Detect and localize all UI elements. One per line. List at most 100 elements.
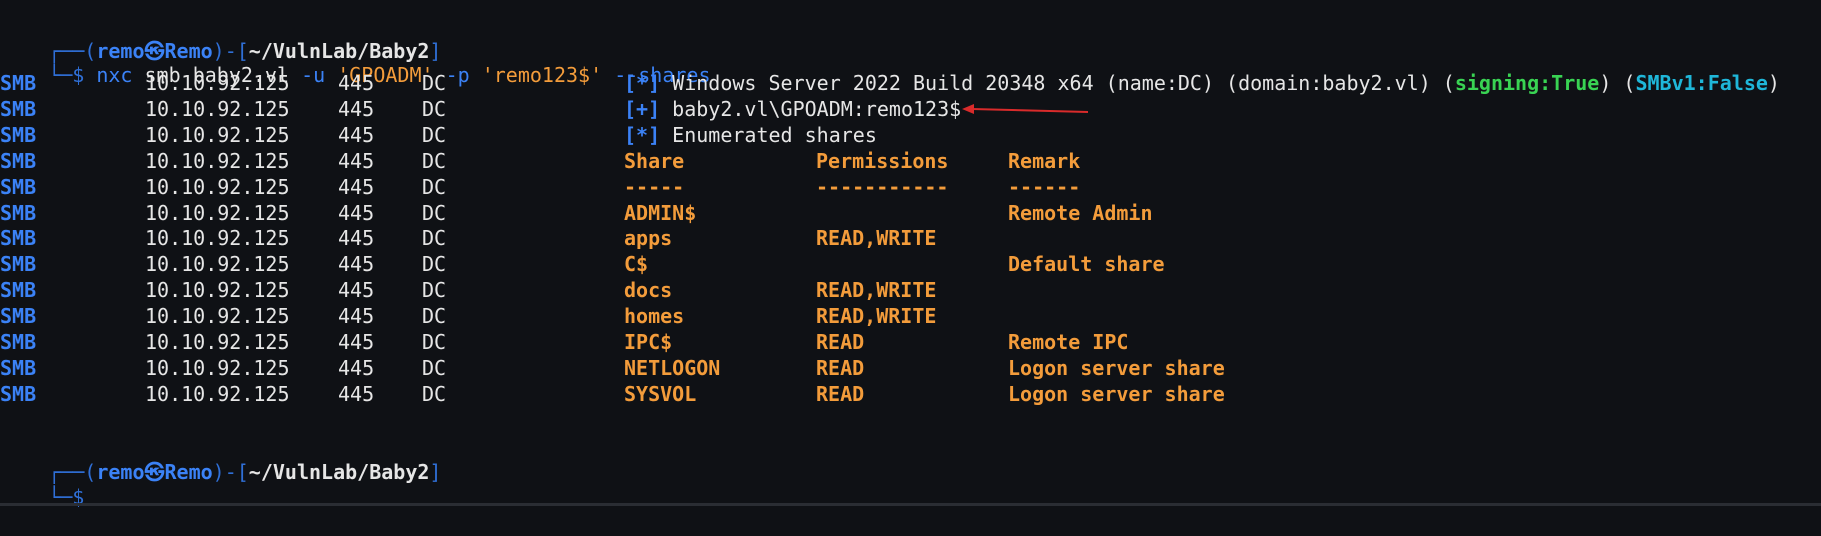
smb-port: 445 (338, 330, 375, 354)
message-text: Enumerated shares (672, 122, 877, 147)
smb-port: 445 (338, 71, 375, 95)
smb-ip: 10.10.92.125 (145, 252, 290, 277)
share-row: SMB 10.10.92.125 445 DC C$ Default share (0, 251, 1821, 277)
share-row: SMB 10.10.92.125 445 DC IPC$ READ Remote IPC (0, 329, 1821, 355)
share-remark: Remote Admin (1008, 200, 1153, 225)
red-arrow-annotation (962, 104, 1089, 114)
smb-proto: SMB (0, 96, 37, 121)
share-row: SMB 10.10.92.125 445 DC apps READ,WRITE (0, 225, 1821, 251)
message-text: baby2.vl\GPOADM:remo123$ (672, 96, 962, 121)
smb-proto: SMB (0, 174, 37, 199)
smb-proto: SMB (0, 226, 37, 251)
message-text: Windows Server 2022 Build 20348 x64 (nam… (672, 71, 1455, 95)
share-remark: Default share (1008, 252, 1165, 277)
share-name: NETLOGON (624, 355, 721, 380)
smb-proto: SMB (0, 122, 37, 147)
share-name: Share (624, 148, 685, 173)
status-marker: [+] (624, 96, 661, 121)
share-remark: ------ (1008, 174, 1081, 199)
smb-status-row: SMB 10.10.92.125 445 DC [*] Windows Server 2… (0, 70, 1821, 96)
smb-status-row: SMB 10.10.92.125 445 DC [+] baby2.vl\GPOADM:… (0, 96, 1821, 122)
smb-ip: 10.10.92.125 (145, 122, 290, 147)
share-row: SMB 10.10.92.125 445 DC SYSVOL READ Logon serv… (0, 381, 1821, 407)
share-name: homes (624, 304, 685, 329)
smb-port: 445 (338, 304, 375, 329)
share-name: ----- (624, 174, 685, 199)
smb-host: DC (422, 252, 447, 277)
smb-port: 445 (338, 252, 375, 277)
share-permissions: READ,WRITE (816, 278, 937, 303)
share-name: docs (624, 278, 673, 303)
smb-ip: 10.10.92.125 (145, 381, 290, 406)
share-name: C$ (624, 252, 649, 277)
share-remark: Remark (1008, 148, 1081, 173)
share-name: ADMIN$ (624, 200, 697, 225)
smb-message: [*] Windows Server 2022 Build 20348 x64 … (624, 70, 1780, 96)
share-name: SYSVOL (624, 381, 697, 406)
smb-host: DC (422, 148, 447, 173)
smb-proto: SMB (0, 148, 37, 173)
share-row: SMB 10.10.92.125 445 DC homes READ,WRITE (0, 303, 1821, 329)
share-row: SMB 10.10.92.125 445 DC NETLOGON READ Logon se… (0, 355, 1821, 381)
share-remark: Logon server share (1008, 355, 1225, 380)
smb-message: [+] baby2.vl\GPOADM:remo123$ (624, 96, 961, 122)
share-remark: Remote IPC (1008, 330, 1129, 354)
message-end: ) (1767, 71, 1780, 95)
smb-port: 445 (338, 148, 375, 173)
smb-host: DC (422, 330, 447, 354)
smb-host: DC (422, 381, 447, 406)
smb-port: 445 (338, 96, 375, 121)
smb-proto: SMB (0, 330, 37, 354)
smb-port: 445 (338, 278, 375, 303)
smb-ip: 10.10.92.125 (145, 148, 290, 173)
prompt-sep: )-[ (212, 460, 249, 484)
smb-proto: SMB (0, 278, 37, 303)
smb-port: 445 (338, 355, 375, 380)
smb-proto: SMB (0, 200, 37, 225)
share-permissions: Permissions (816, 148, 949, 173)
share-name: IPC$ (624, 330, 673, 354)
smb-host: DC (422, 304, 447, 329)
smb-ip: 10.10.92.125 (145, 200, 290, 225)
smb-host: DC (422, 278, 447, 303)
smb-host: DC (422, 96, 447, 121)
share-permissions: READ (816, 330, 865, 354)
share-permissions: READ (816, 355, 865, 380)
shares-header-row: SMB 10.10.92.125 445 DC Share Permissions Rema… (0, 148, 1821, 174)
share-permissions: ----------- (816, 174, 949, 199)
prompt-path: ~/VulnLab/Baby2 (248, 460, 430, 484)
smb-ip: 10.10.92.125 (145, 174, 290, 199)
smb-proto: SMB (0, 381, 37, 406)
prompt-line-top: ┌──(remo㉿Remo)-[~/VulnLab/Baby2] (0, 12, 441, 63)
prompt-line-top-2: ┌──(remo㉿Remo)-[~/VulnLab/Baby2] (0, 433, 441, 484)
smb-port: 445 (338, 200, 375, 225)
terminal-window[interactable]: ┌──(remo㉿Remo)-[~/VulnLab/Baby2] └─$ nxc… (0, 0, 1821, 509)
smb-host: DC (422, 122, 447, 147)
smb-ip: 10.10.92.125 (145, 330, 290, 354)
share-row: SMB 10.10.92.125 445 DC ADMIN$ Remote Admin (0, 200, 1821, 226)
shares-divider-row: SMB 10.10.92.125 445 DC ----- ----------- ----… (0, 174, 1821, 200)
command-line-empty[interactable]: └─$ (0, 458, 84, 509)
smb-host: DC (422, 174, 447, 199)
smb-ip: 10.10.92.125 (145, 278, 290, 303)
command-line[interactable]: └─$ nxc smb baby2.vl -u 'GPOADM' -p 'rem… (0, 36, 710, 87)
smb-host: DC (422, 355, 447, 380)
smbv1-flag: SMBv1:False (1635, 71, 1768, 95)
smb-proto: SMB (0, 355, 37, 380)
smb-ip: 10.10.92.125 (145, 226, 290, 251)
message-sep: ) ( (1599, 71, 1636, 95)
smb-ip: 10.10.92.125 (145, 71, 290, 95)
signing-flag: signing:True (1454, 71, 1600, 95)
smb-message: [*] Enumerated shares (624, 122, 877, 148)
smb-proto: SMB (0, 71, 37, 95)
share-row: SMB 10.10.92.125 445 DC docs READ,WRITE (0, 277, 1821, 303)
share-name: apps (624, 226, 673, 251)
prompt-user: remo㉿Remo (96, 460, 213, 484)
smb-host: DC (422, 71, 447, 95)
smb-proto: SMB (0, 252, 37, 277)
smb-host: DC (422, 226, 447, 251)
smb-host: DC (422, 200, 447, 225)
prompt-end: ] (429, 460, 442, 484)
status-marker: [*] (624, 71, 661, 95)
share-remark: Logon server share (1008, 381, 1225, 406)
